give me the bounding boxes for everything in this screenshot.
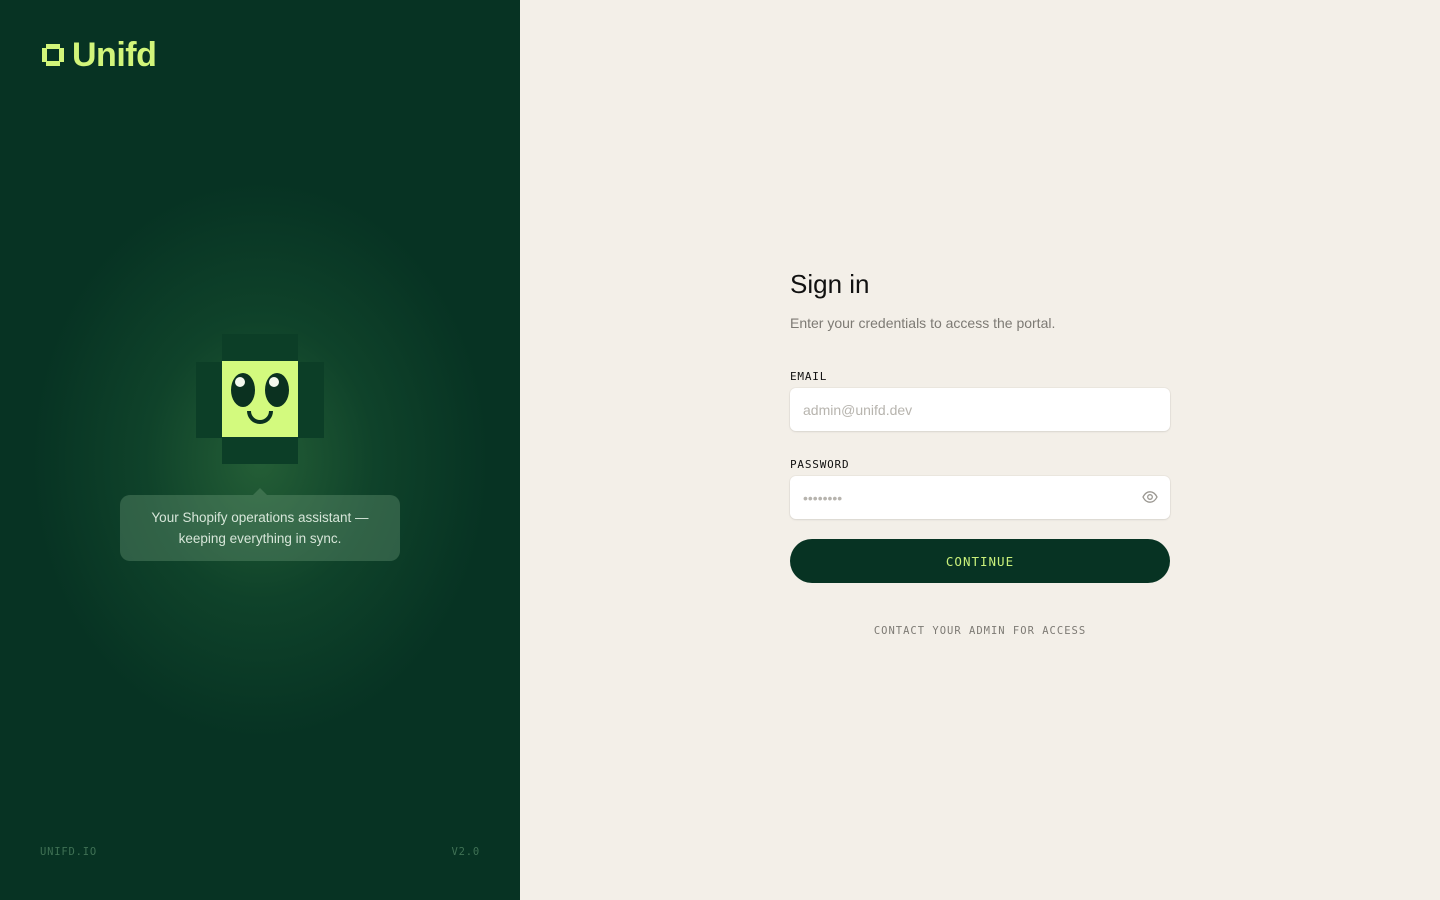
page-subtitle: Enter your credentials to access the por… xyxy=(790,315,1056,331)
password-field-wrapper xyxy=(790,476,1170,519)
logo-icon xyxy=(40,42,66,68)
speech-bubble: Your Shopify operations assistant — keep… xyxy=(120,488,400,561)
sign-in-form: Sign in Enter your credentials to access… xyxy=(790,268,1170,637)
email-field[interactable] xyxy=(790,388,1170,431)
logo-text: Unifd xyxy=(72,36,157,74)
email-label: EMAIL xyxy=(790,370,828,383)
password-label: PASSWORD xyxy=(790,458,850,471)
mascot-left-eye xyxy=(231,373,255,407)
footer-domain: UNIFD.IO xyxy=(40,846,97,858)
eye-icon[interactable] xyxy=(1142,490,1158,504)
mascot-smile xyxy=(247,411,273,424)
mascot-right-eye xyxy=(265,373,289,407)
footer-version: V2.0 xyxy=(451,846,480,858)
mascot-icon xyxy=(196,334,324,464)
email-field-wrapper xyxy=(790,388,1170,431)
speech-bubble-text: Your Shopify operations assistant — keep… xyxy=(151,510,369,546)
page-title: Sign in xyxy=(790,269,870,299)
continue-button[interactable]: CONTINUE xyxy=(790,539,1170,583)
logo: Unifd xyxy=(40,36,157,74)
contact-admin-text: CONTACT YOUR ADMIN FOR ACCESS xyxy=(873,625,1087,637)
password-field[interactable] xyxy=(790,476,1170,519)
brand-panel: Unifd Your Shopify operations assistant … xyxy=(0,0,520,900)
